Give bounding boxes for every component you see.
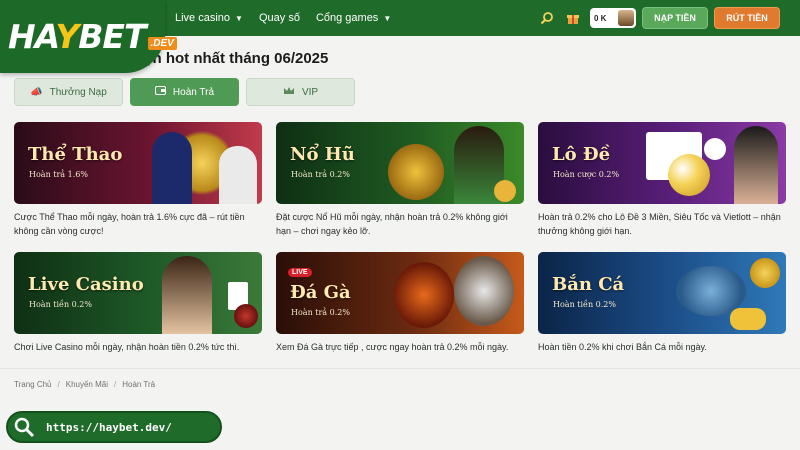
breadcrumb-separator: / <box>113 380 117 389</box>
banner-subtitle: Hoàn tiền 0.2% <box>553 300 616 309</box>
header-tools: 0 K NẠP TIỀN RÚT TIỀN <box>538 6 780 30</box>
banner-title: Đá Gà <box>290 282 351 303</box>
banner-image[interactable]: LIVE Đá Gà Hoàn trả 0.2% <box>276 252 524 334</box>
banner-subtitle: Hoàn trả 0.2% <box>291 308 350 317</box>
breadcrumb-home[interactable]: Trang Chủ <box>14 380 52 389</box>
main-nav: Live casino ▼ Quay số Cổng games ▼ <box>175 0 407 36</box>
promo-card-lo-de[interactable]: Lô Đề Hoàn cược 0.2% Hoàn trả 0.2% cho L… <box>538 122 786 238</box>
logo[interactable]: HAYBET .DEV <box>0 0 177 73</box>
player-graphic <box>219 146 257 204</box>
nav-quay-so-label: Quay số <box>258 12 300 24</box>
tab-thuong-nap[interactable]: 📣 Thưởng Nạp <box>14 78 123 106</box>
promo-card-ban-ca[interactable]: Bắn Cá Hoàn tiền 0.2% Hoàn tiền 0.2% khi… <box>538 252 786 354</box>
nav-live-casino-label: Live casino <box>175 12 231 24</box>
section-divider <box>0 368 800 369</box>
deposit-button[interactable]: NẠP TIỀN <box>642 7 708 29</box>
crown-icon <box>283 86 295 98</box>
chevron-down-icon: ▼ <box>383 13 392 23</box>
logo-suffix: .DEV <box>147 37 177 50</box>
live-badge: LIVE <box>288 268 312 277</box>
card-description: Hoàn trả 0.2% cho Lô Đề 3 Miền, Siêu Tốc… <box>538 212 781 236</box>
tab-label: VIP <box>301 86 319 98</box>
banner-image[interactable]: Live Casino Hoàn tiền 0.2% <box>14 252 262 334</box>
tab-label: Thưởng Nạp <box>49 86 107 98</box>
url-pill[interactable]: https://haybet.dev/ <box>6 411 222 443</box>
balance-display[interactable]: 0 K <box>590 8 636 28</box>
avatar[interactable] <box>618 10 634 26</box>
promo-card-live-casino[interactable]: Live Casino Hoàn tiền 0.2% Chơi Live Cas… <box>14 252 262 354</box>
roulette-graphic <box>388 144 444 200</box>
balance-amount: 0 K <box>594 13 607 23</box>
nav-cong-games-label: Cổng games <box>315 12 379 24</box>
chevron-down-icon: ▼ <box>235 13 243 23</box>
fish-graphic <box>750 258 780 288</box>
promo-card-da-ga[interactable]: LIVE Đá Gà Hoàn trả 0.2% Xem Đá Gà trực … <box>276 252 524 354</box>
url-text: https://haybet.dev/ <box>46 420 172 434</box>
banner-image[interactable]: Nổ Hũ Hoàn trả 0.2% <box>276 122 524 204</box>
gift-icon[interactable] <box>564 9 582 27</box>
tab-label: Hoàn Trả <box>172 86 215 98</box>
nav-live-casino[interactable]: Live casino ▼ <box>175 12 243 24</box>
card-description: Xem Đá Gà trực tiếp , cược ngay hoàn trả… <box>276 342 509 352</box>
nav-cong-games[interactable]: Cổng games ▼ <box>316 12 391 24</box>
search-icon[interactable] <box>538 9 556 27</box>
card-description: Chơi Live Casino mỗi ngày, nhận hoàn tiề… <box>14 342 240 352</box>
promo-card-no-hu[interactable]: Nổ Hũ Hoàn trả 0.2% Đặt cược Nổ Hũ mỗi n… <box>276 122 524 238</box>
coin-graphic <box>494 180 516 202</box>
banner-title: Thể Thao <box>28 144 123 165</box>
withdraw-button[interactable]: RÚT TIỀN <box>714 7 780 29</box>
rooster-graphic <box>394 262 454 328</box>
banner-image[interactable]: Lô Đề Hoàn cược 0.2% <box>538 122 786 204</box>
rooster-graphic <box>454 256 514 326</box>
banner-subtitle: Hoàn cược 0.2% <box>553 170 620 179</box>
banner-title: Live Casino <box>28 274 144 295</box>
breadcrumb: Trang Chủ / Khuyến Mãi / Hoàn Trả <box>14 380 155 389</box>
promo-tabs: 📣 Thưởng Nạp Hoàn Trả VIP <box>14 78 362 106</box>
banner-image[interactable]: Thể Thao Hoàn trả 1.6% <box>14 122 262 204</box>
character-graphic <box>734 126 778 204</box>
lottery-ball-9 <box>668 154 710 196</box>
megaphone-icon: 📣 <box>30 86 43 98</box>
logo-text: HAYBET <box>8 17 146 56</box>
banner-subtitle: Hoàn trả 1.6% <box>29 170 88 179</box>
wallet-icon <box>154 86 166 98</box>
tab-hoan-tra[interactable]: Hoàn Trả <box>130 78 239 106</box>
banner-subtitle: Hoàn trả 0.2% <box>291 170 350 179</box>
banner-title: Lô Đề <box>552 144 611 165</box>
breadcrumb-promotions[interactable]: Khuyến Mãi <box>66 380 108 389</box>
card-description: Hoàn tiền 0.2% khi chơi Bắn Cá mỗi ngày. <box>538 342 707 352</box>
coin-graphic <box>730 308 766 330</box>
breadcrumb-current: Hoàn Trả <box>122 380 156 389</box>
lottery-ball-13 <box>704 138 726 160</box>
breadcrumb-separator: / <box>57 380 60 389</box>
player-graphic <box>152 132 192 204</box>
tab-vip[interactable]: VIP <box>246 78 355 106</box>
search-icon <box>10 413 38 441</box>
page-title: iện hot nhất tháng 06/2025 <box>140 50 329 67</box>
banner-title: Nổ Hũ <box>290 144 355 165</box>
banner-title: Bắn Cá <box>552 274 625 295</box>
banner-image[interactable]: Bắn Cá Hoàn tiền 0.2% <box>538 252 786 334</box>
nav-quay-so[interactable]: Quay số <box>259 12 300 24</box>
banner-subtitle: Hoàn tiền 0.2% <box>29 300 92 309</box>
card-description: Đặt cược Nổ Hũ mỗi ngày, nhận hoàn trả 0… <box>276 212 508 236</box>
dealer-graphic <box>162 256 212 334</box>
roulette-graphic <box>234 304 258 328</box>
card-description: Cược Thể Thao mỗi ngày, hoàn trả 1.6% cự… <box>14 212 245 236</box>
promo-card-the-thao[interactable]: Thể Thao Hoàn trả 1.6% Cược Thể Thao mỗi… <box>14 122 262 238</box>
